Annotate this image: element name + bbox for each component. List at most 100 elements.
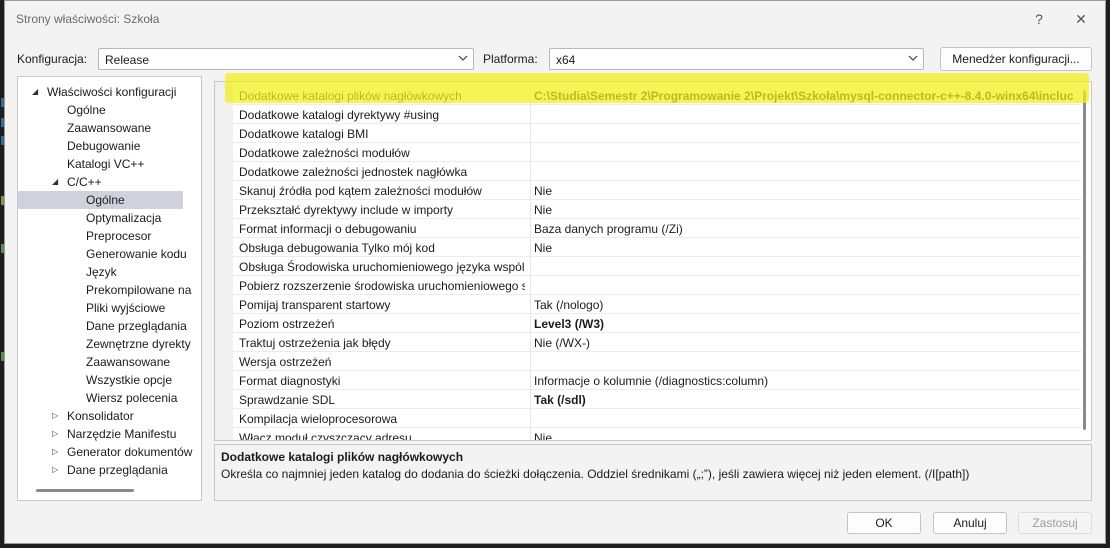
property-row[interactable]: Dodatkowe katalogi dyrektywy #using [233, 105, 1081, 124]
property-value[interactable]: Nie (/WX-) [534, 336, 1079, 350]
property-tree[interactable]: ◢ Właściwości konfiguracji Ogólne Zaawansow… [17, 76, 202, 501]
ok-button[interactable]: OK [847, 512, 921, 534]
cancel-button[interactable]: Anuluj [933, 512, 1007, 534]
property-value[interactable]: Nie [534, 431, 1079, 440]
property-row[interactable]: Format diagnostyki Informacje o kolumnie … [233, 371, 1081, 390]
property-row[interactable]: Przekształć dyrektywy include w importy N… [233, 200, 1081, 219]
grid-gutter [215, 82, 233, 440]
column-divider [530, 352, 531, 371]
column-divider [530, 409, 531, 428]
close-icon[interactable]: ✕ [1071, 10, 1091, 28]
apply-button[interactable]: Zastosuj [1018, 512, 1092, 534]
property-row[interactable]: Kompilacja wieloprocesorowa [233, 409, 1081, 428]
tree-item-label: Narzędzie Manifestu [67, 427, 177, 441]
tree-item[interactable]: ◢ Właściwości konfiguracji [18, 83, 183, 101]
chevron-down-icon [458, 55, 468, 61]
property-name: Dodatkowe katalogi BMI [239, 127, 369, 141]
tree-item[interactable]: Wiersz polecenia [18, 389, 183, 407]
property-row[interactable]: Wersja ostrzeżeń [233, 352, 1081, 371]
tree-item-label: Prekompilowane na [86, 283, 192, 297]
expand-arrow-icon[interactable]: ◢ [52, 173, 58, 191]
column-divider [530, 219, 531, 238]
collapse-arrow-icon[interactable]: ▷ [52, 461, 58, 479]
property-grid[interactable]: Dodatkowe katalogi plików nagłówkowychC:… [214, 81, 1092, 441]
property-value[interactable]: Nie [534, 241, 1079, 255]
tree-item[interactable]: Prekompilowane na [18, 281, 191, 299]
tree-item[interactable]: Optymalizacja [18, 209, 183, 227]
property-row[interactable]: Dodatkowe zależności jednostek nagłówka [233, 162, 1081, 181]
tree-item-label: C/C++ [67, 175, 102, 189]
property-row[interactable]: Poziom ostrzeżeń Level3 (/W3) [233, 314, 1081, 333]
column-divider [530, 200, 531, 219]
background-editor-edge [1106, 0, 1110, 548]
tree-item[interactable]: Zaawansowane [18, 353, 183, 371]
tree-item[interactable]: ▷ Dane przeglądania [18, 461, 183, 479]
configuration-select[interactable]: Release [98, 48, 474, 70]
tree-item[interactable]: ◢ C/C++ [18, 173, 183, 191]
platform-select[interactable]: x64 [549, 48, 924, 70]
tree-horizontal-scrollbar[interactable] [36, 489, 134, 492]
description-panel: Dodatkowe katalogi plików nagłówkowych O… [214, 444, 1092, 501]
property-name: Obsługa debugowania Tylko mój kod [239, 241, 435, 255]
property-row[interactable]: Pomijaj transparent startowy Tak (/nologo… [233, 295, 1081, 314]
tree-item[interactable]: ▷ Generator dokumentów [18, 443, 192, 461]
property-row[interactable]: Dodatkowe zależności modułów [233, 143, 1081, 162]
property-name: Kompilacja wieloprocesorowa [239, 412, 398, 426]
collapse-arrow-icon[interactable]: ▷ [52, 407, 58, 425]
column-divider [530, 314, 531, 333]
property-value[interactable]: Informacje o kolumnie (/diagnostics:colu… [534, 374, 1079, 388]
property-row[interactable]: Włącz moduł czyszczący adresu Nie [233, 428, 1081, 440]
property-name: Dodatkowe katalogi dyrektywy #using [239, 108, 440, 122]
collapse-arrow-icon[interactable]: ▷ [52, 443, 58, 461]
property-row[interactable]: Obsługa Środowiska uruchomieniowego języ… [233, 257, 1081, 276]
property-row[interactable]: Format informacji o debugowaniu Baza dany… [233, 219, 1081, 238]
tree-item-label: Katalogi VC++ [67, 157, 145, 171]
property-value[interactable]: Level3 (/W3) [534, 317, 1079, 331]
tree-item[interactable]: Pliki wyjściowe [18, 299, 183, 317]
tree-item-label: Konsolidator [67, 409, 134, 423]
property-value[interactable]: Tak (/nologo) [534, 298, 1079, 312]
collapse-arrow-icon[interactable]: ▷ [52, 425, 58, 443]
property-name: Obsługa Środowiska uruchomieniowego języ… [239, 260, 525, 274]
tree-item-label: Optymalizacja [86, 211, 162, 225]
property-value[interactable]: Nie [534, 203, 1079, 217]
grid-vertical-scrollbar[interactable] [1083, 90, 1086, 430]
property-row[interactable]: Skanuj źródła pod kątem zależności moduł… [233, 181, 1081, 200]
property-value[interactable]: Nie [534, 184, 1079, 198]
tree-item-label: Zewnętrzne dyrekty [86, 337, 191, 351]
column-divider [530, 295, 531, 314]
tree-item[interactable]: Zaawansowane [18, 119, 183, 137]
property-row[interactable]: Sprawdzanie SDL Tak (/sdl) [233, 390, 1081, 409]
property-name: Sprawdzanie SDL [239, 393, 336, 407]
property-name: Traktuj ostrzeżenia jak błędy [239, 336, 391, 350]
expand-arrow-icon[interactable]: ◢ [32, 83, 38, 101]
column-divider [530, 162, 531, 181]
column-divider [530, 276, 531, 295]
help-icon[interactable]: ? [1029, 10, 1049, 28]
tree-item[interactable]: Język [18, 263, 183, 281]
tree-item[interactable]: Ogólne [18, 101, 183, 119]
tree-item[interactable]: ▷ Konsolidator [18, 407, 183, 425]
tree-item[interactable]: Debugowanie [18, 137, 183, 155]
tree-item[interactable]: Generowanie kodu [18, 245, 187, 263]
column-divider [530, 105, 531, 124]
tree-item[interactable]: Katalogi VC++ [18, 155, 183, 173]
tree-item[interactable]: Ogólne [18, 191, 183, 209]
tree-item-label: Ogólne [86, 193, 125, 207]
tree-item[interactable]: ▷ Narzędzie Manifestu [18, 425, 183, 443]
property-value[interactable]: Tak (/sdl) [534, 393, 1079, 407]
configuration-manager-button[interactable]: Menedżer konfiguracji... [940, 47, 1092, 71]
property-row[interactable]: Dodatkowe katalogi BMI [233, 124, 1081, 143]
tree-item[interactable]: Wszystkie opcje [18, 371, 183, 389]
property-row[interactable]: Traktuj ostrzeżenia jak błędy Nie (/WX-) [233, 333, 1081, 352]
tree-item[interactable]: Zewnętrzne dyrekty [18, 335, 191, 353]
property-name: Pobierz rozszerzenie środowiska uruchomi… [239, 279, 525, 293]
tree-item[interactable]: Dane przeglądania [18, 317, 187, 335]
property-value[interactable]: Baza danych programu (/Zi) [534, 222, 1079, 236]
property-row[interactable]: Obsługa debugowania Tylko mój kod Nie [233, 238, 1081, 257]
tree-item-label: Dane przeglądania [86, 319, 187, 333]
tree-item[interactable]: Preprocesor [18, 227, 183, 245]
tree-item-label: Zaawansowane [67, 121, 152, 135]
property-row[interactable]: Pobierz rozszerzenie środowiska uruchomi… [233, 276, 1081, 295]
platform-value: x64 [556, 53, 576, 67]
